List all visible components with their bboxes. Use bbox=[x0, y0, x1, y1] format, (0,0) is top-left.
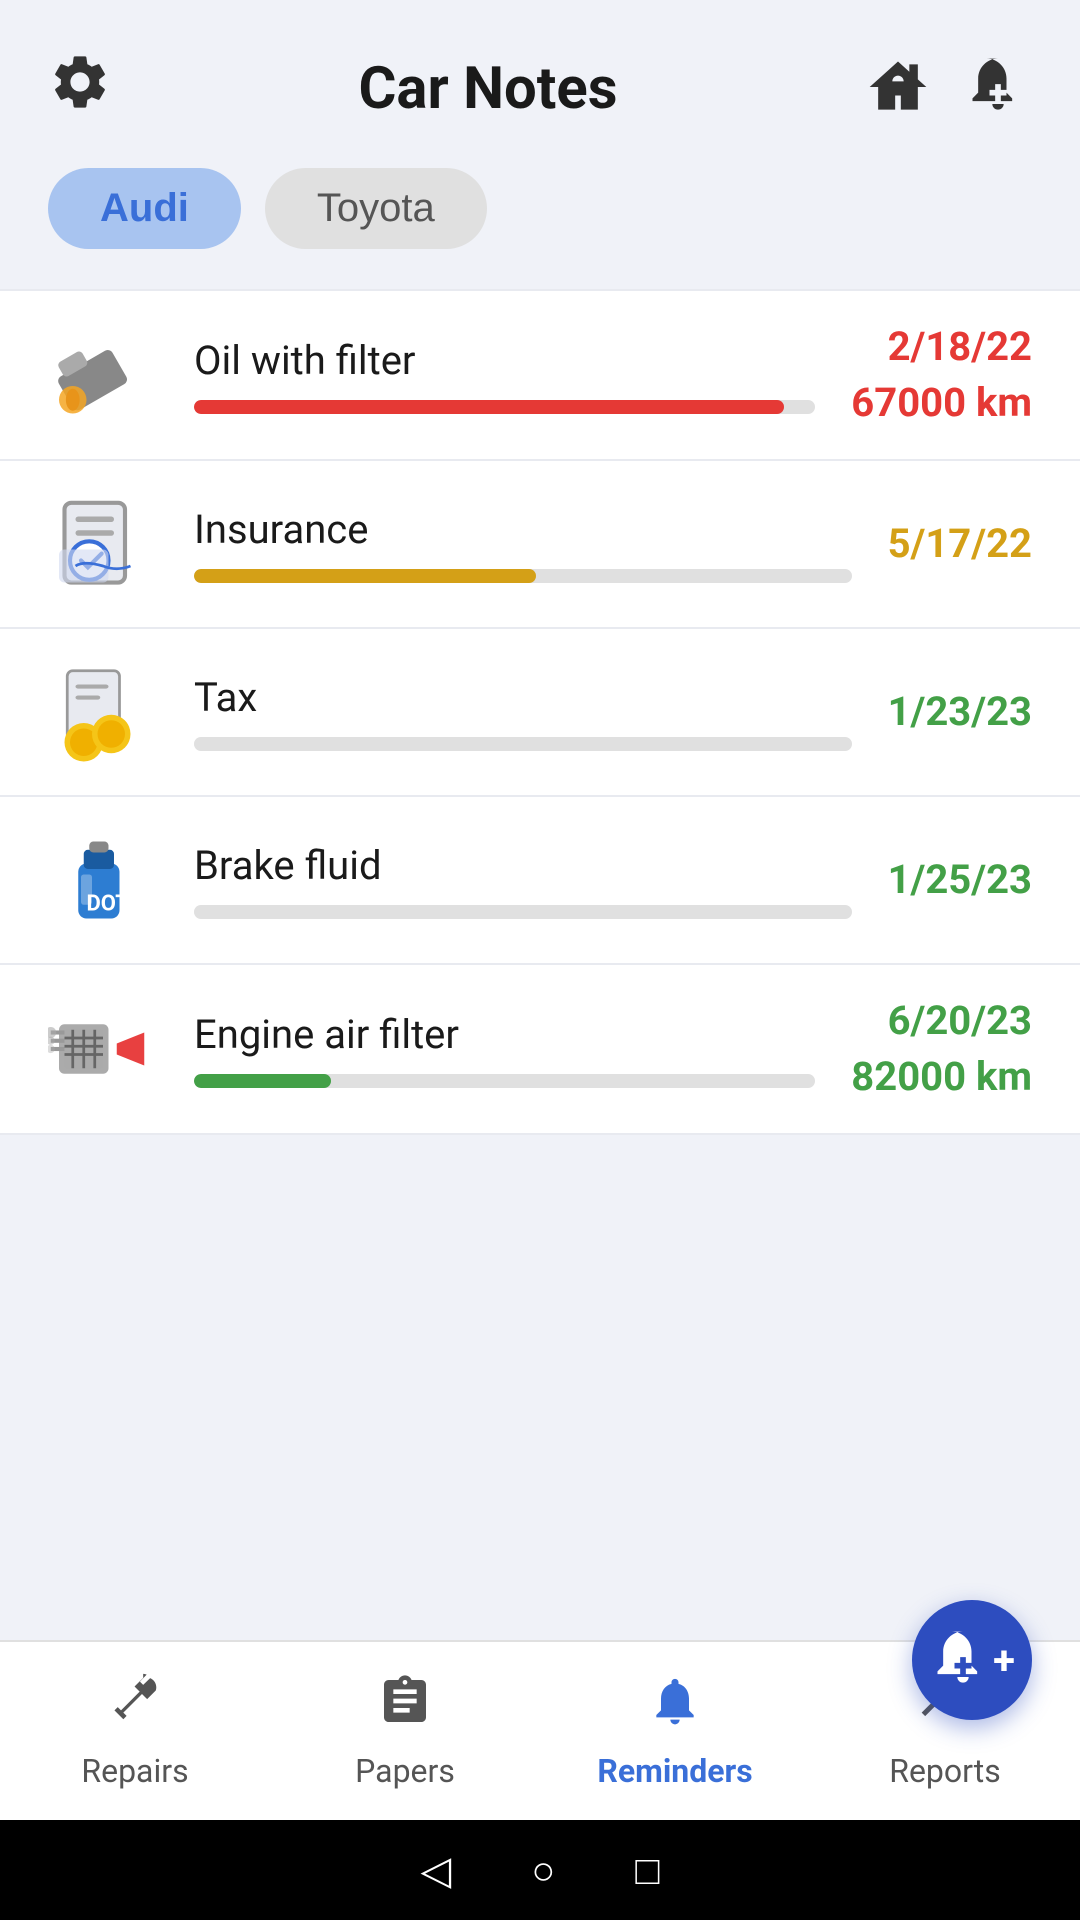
tab-audi[interactable]: Audi bbox=[48, 168, 241, 249]
progress-bar-fill-engine_air_filter bbox=[194, 1074, 331, 1088]
reminder-name-insurance: Insurance bbox=[194, 506, 852, 553]
nav-label-repairs: Repairs bbox=[81, 1752, 188, 1790]
reminder-icon-engine_air_filter bbox=[48, 994, 158, 1104]
nav-label-papers: Papers bbox=[355, 1752, 455, 1790]
tab-toyota[interactable]: Toyota bbox=[265, 168, 487, 249]
header: Car Notes bbox=[0, 0, 1080, 148]
home-button[interactable]: ○ bbox=[531, 1847, 555, 1894]
reminder-date-engine_air_filter: 6/20/23 bbox=[851, 993, 1032, 1049]
reminder-item-tax[interactable]: Tax 1/23/23 bbox=[0, 629, 1080, 797]
reminder-name-brake_fluid: Brake fluid bbox=[194, 842, 852, 889]
recents-button[interactable]: □ bbox=[635, 1847, 659, 1894]
nav-label-reminders: Reminders bbox=[597, 1752, 752, 1790]
reminder-date-brake_fluid: 1/25/23 bbox=[888, 852, 1032, 908]
progress-bar-bg-insurance bbox=[194, 569, 852, 583]
reminder-icon-insurance bbox=[48, 489, 158, 599]
add-reminder-fab[interactable]: + bbox=[912, 1600, 1032, 1720]
garage-icon[interactable] bbox=[864, 53, 932, 125]
reminder-km-engine_air_filter: 82000 km bbox=[851, 1049, 1032, 1105]
reminder-km-oil: 67000 km bbox=[851, 375, 1032, 431]
reminder-date-oil: 2/18/22 bbox=[851, 319, 1032, 375]
reminder-content-insurance: Insurance bbox=[194, 506, 852, 583]
reminder-date-insurance: 5/17/22 bbox=[888, 516, 1032, 572]
progress-bar-bg-tax bbox=[194, 737, 852, 751]
nav-icon-reminders bbox=[647, 1673, 703, 1742]
reminder-date-tax: 1/23/23 bbox=[888, 684, 1032, 740]
reminder-name-engine_air_filter: Engine air filter bbox=[194, 1011, 815, 1058]
reminder-content-oil: Oil with filter bbox=[194, 337, 815, 414]
reminder-content-brake_fluid: Brake fluid bbox=[194, 842, 852, 919]
back-button[interactable]: ◁ bbox=[420, 1847, 451, 1894]
progress-bar-bg-engine_air_filter bbox=[194, 1074, 815, 1088]
reminder-icon-tax bbox=[48, 657, 158, 767]
reminder-item-brake_fluid[interactable]: DOT4 Brake fluid 1/25/23 bbox=[0, 797, 1080, 965]
nav-icon-papers bbox=[377, 1673, 433, 1742]
reminder-name-oil: Oil with filter bbox=[194, 337, 815, 384]
progress-bar-fill-insurance bbox=[194, 569, 536, 583]
nav-item-reminders[interactable]: Reminders bbox=[540, 1657, 810, 1806]
reminder-content-engine_air_filter: Engine air filter bbox=[194, 1011, 815, 1088]
reminder-item-oil[interactable]: Oil with filter 2/18/22 67000 km bbox=[0, 289, 1080, 461]
nav-item-repairs[interactable]: Repairs bbox=[0, 1657, 270, 1806]
nav-label-reports: Reports bbox=[889, 1752, 1001, 1790]
progress-bar-bg-brake_fluid bbox=[194, 905, 852, 919]
header-right-icons bbox=[864, 53, 1032, 125]
system-bar: ◁ ○ □ bbox=[0, 1820, 1080, 1920]
add-notification-icon[interactable] bbox=[964, 53, 1032, 125]
progress-bar-bg-oil bbox=[194, 400, 815, 414]
reminder-item-engine_air_filter[interactable]: Engine air filter 6/20/23 82000 km bbox=[0, 965, 1080, 1135]
reminder-icon-brake_fluid: DOT4 bbox=[48, 825, 158, 935]
reminder-icon-oil bbox=[48, 320, 158, 430]
reminder-content-tax: Tax bbox=[194, 674, 852, 751]
reminder-item-insurance[interactable]: Insurance 5/17/22 bbox=[0, 461, 1080, 629]
settings-icon[interactable] bbox=[48, 50, 112, 128]
progress-bar-fill-oil bbox=[194, 400, 784, 414]
nav-item-papers[interactable]: Papers bbox=[270, 1657, 540, 1806]
car-tabs: Audi Toyota bbox=[0, 148, 1080, 279]
reminder-list: Oil with filter 2/18/22 67000 km Insuran… bbox=[0, 279, 1080, 1640]
app-title: Car Notes bbox=[112, 55, 864, 123]
reminder-name-tax: Tax bbox=[194, 674, 852, 721]
nav-icon-repairs bbox=[107, 1673, 163, 1742]
svg-text:DOT4: DOT4 bbox=[87, 891, 142, 916]
